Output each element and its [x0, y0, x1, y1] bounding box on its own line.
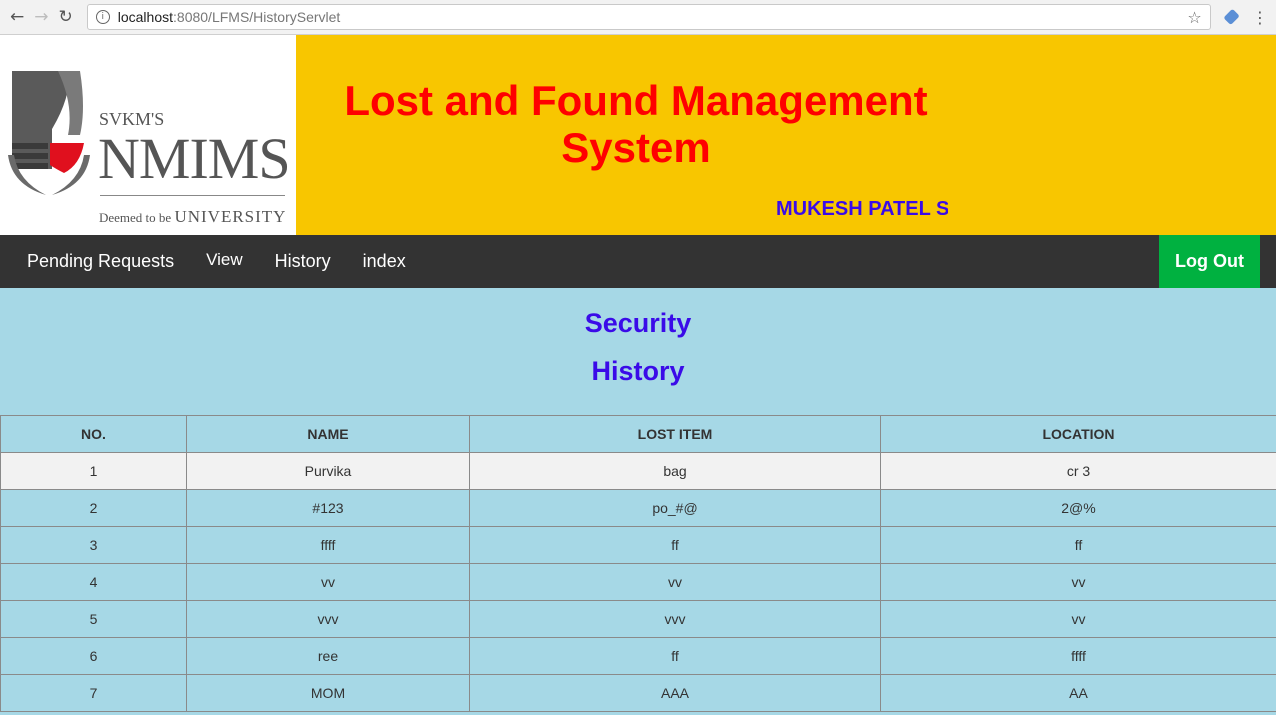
- address-bar[interactable]: i localhost:8080/LFMS/HistoryServlet ☆: [86, 4, 1211, 30]
- crest-icon: [8, 71, 90, 195]
- cell-lost-item: po_#@: [469, 489, 881, 527]
- nav-pending-requests[interactable]: Pending Requests: [27, 251, 174, 272]
- section-heading: Security: [584, 308, 692, 338]
- history-table: NO. NAME LOST ITEM LOCATION 1 Purvika ba…: [0, 415, 1276, 712]
- reload-icon[interactable]: ↻: [57, 6, 75, 28]
- table-row: 5 vvv vvv vv: [0, 600, 1276, 638]
- logo-deemed-label: Deemed to be: [99, 210, 172, 225]
- cell-location: vv: [880, 600, 1276, 638]
- nav-history[interactable]: History: [275, 251, 331, 272]
- cell-no: 4: [0, 563, 187, 601]
- url-text[interactable]: localhost:8080/LFMS/HistoryServlet: [118, 9, 1188, 25]
- marquee: MUKESH PATEL S: [776, 198, 948, 221]
- cell-no: 5: [0, 600, 187, 638]
- cell-name: vv: [186, 563, 470, 601]
- url-path: :8080/LFMS/HistoryServlet: [173, 9, 341, 25]
- page-title: Lost and Found Management System: [344, 77, 928, 171]
- table-row: 4 vv vv vv: [0, 563, 1276, 601]
- cell-location: cr 3: [880, 452, 1276, 490]
- table-row: 1 Purvika bag cr 3: [0, 452, 1276, 490]
- cell-lost-item: ff: [469, 526, 881, 564]
- cell-lost-item: AAA: [469, 674, 881, 712]
- nav-index[interactable]: index: [363, 251, 406, 272]
- cell-lost-item: ff: [469, 637, 881, 675]
- cell-name: MOM: [186, 674, 470, 712]
- cell-name: #123: [186, 489, 470, 527]
- nav-view[interactable]: View: [206, 250, 243, 270]
- table-row: 6 ree ff ffff: [0, 637, 1276, 675]
- navbar: Pending Requests View History index Log …: [0, 235, 1276, 288]
- column-header-location: LOCATION: [880, 415, 1276, 453]
- logo-nmims-text: NMIMS: [98, 126, 291, 191]
- cell-no: 7: [0, 674, 187, 712]
- cell-location: ffff: [880, 637, 1276, 675]
- logout-button[interactable]: Log Out: [1159, 235, 1260, 288]
- marquee-text: MUKESH PATEL S: [776, 198, 948, 220]
- logo-deemed-text: Deemed to be UNIVERSITY: [99, 207, 286, 227]
- url-host: localhost: [117, 9, 174, 25]
- cell-lost-item: bag: [469, 452, 881, 490]
- logo-divider: [100, 195, 285, 196]
- header-banner: SVKM'S NMIMS Deemed to be UNIVERSITY Los…: [0, 35, 1276, 235]
- bookmark-star-icon[interactable]: ☆: [1187, 8, 1201, 27]
- cell-location: AA: [880, 674, 1276, 712]
- info-icon[interactable]: i: [95, 10, 110, 24]
- cell-name: ffff: [186, 526, 470, 564]
- column-header-name: NAME: [186, 415, 470, 453]
- column-header-no: NO.: [0, 415, 187, 453]
- cell-lost-item: vv: [469, 563, 881, 601]
- table-header-row: NO. NAME LOST ITEM LOCATION: [0, 415, 1276, 453]
- cell-location: ff: [880, 526, 1276, 564]
- cell-location: vv: [880, 563, 1276, 601]
- cell-no: 6: [0, 637, 187, 675]
- cell-name: vvv: [186, 600, 470, 638]
- logo-university-label: UNIVERSITY: [174, 207, 287, 226]
- title-area: Lost and Found Management System MUKESH …: [296, 35, 1276, 235]
- cell-name: Purvika: [186, 452, 470, 490]
- column-header-lost-item: LOST ITEM: [469, 415, 881, 453]
- table-row: 3 ffff ff ff: [0, 526, 1276, 564]
- table-row: 7 MOM AAA AA: [0, 674, 1276, 712]
- back-arrow-icon[interactable]: ←: [8, 6, 26, 28]
- cell-name: ree: [186, 637, 470, 675]
- table-row: 2 #123 po_#@ 2@%: [0, 489, 1276, 527]
- main-content: Security History NO. NAME LOST ITEM LOCA…: [0, 308, 1276, 712]
- browser-toolbar: ← → ↻ i localhost:8080/LFMS/HistoryServl…: [0, 0, 1276, 35]
- browser-menu-icon[interactable]: ⋮: [1252, 8, 1268, 27]
- section-subheading: History: [591, 356, 685, 386]
- cell-lost-item: vvv: [469, 600, 881, 638]
- forward-arrow-icon[interactable]: →: [32, 6, 50, 28]
- cell-location: 2@%: [880, 489, 1276, 527]
- extension-icon[interactable]: [1223, 8, 1240, 26]
- cell-no: 2: [0, 489, 187, 527]
- nmims-logo: SVKM'S NMIMS Deemed to be UNIVERSITY: [0, 35, 296, 235]
- cell-no: 3: [0, 526, 187, 564]
- cell-no: 1: [0, 452, 187, 490]
